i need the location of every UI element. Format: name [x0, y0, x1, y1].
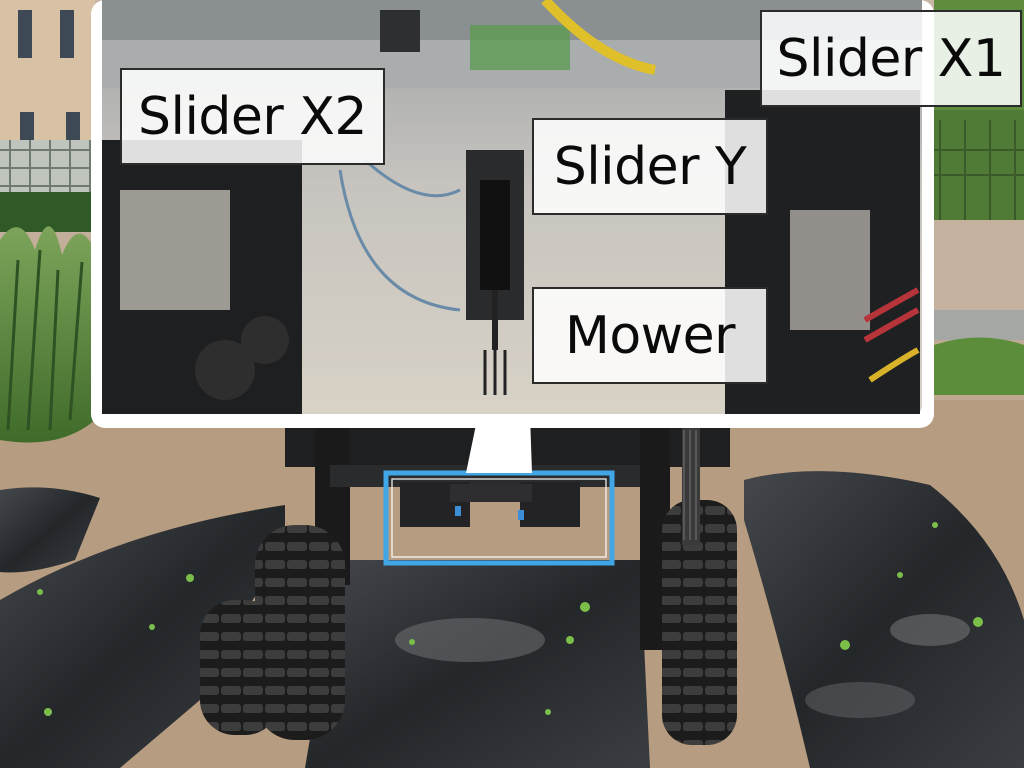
background-left	[0, 0, 95, 443]
label-mower: Mower	[532, 287, 768, 384]
label-slider-x1: Slider X1	[760, 10, 1022, 107]
label-slider-y: Slider Y	[532, 118, 768, 215]
label-slider-x2: Slider X2	[120, 68, 385, 165]
